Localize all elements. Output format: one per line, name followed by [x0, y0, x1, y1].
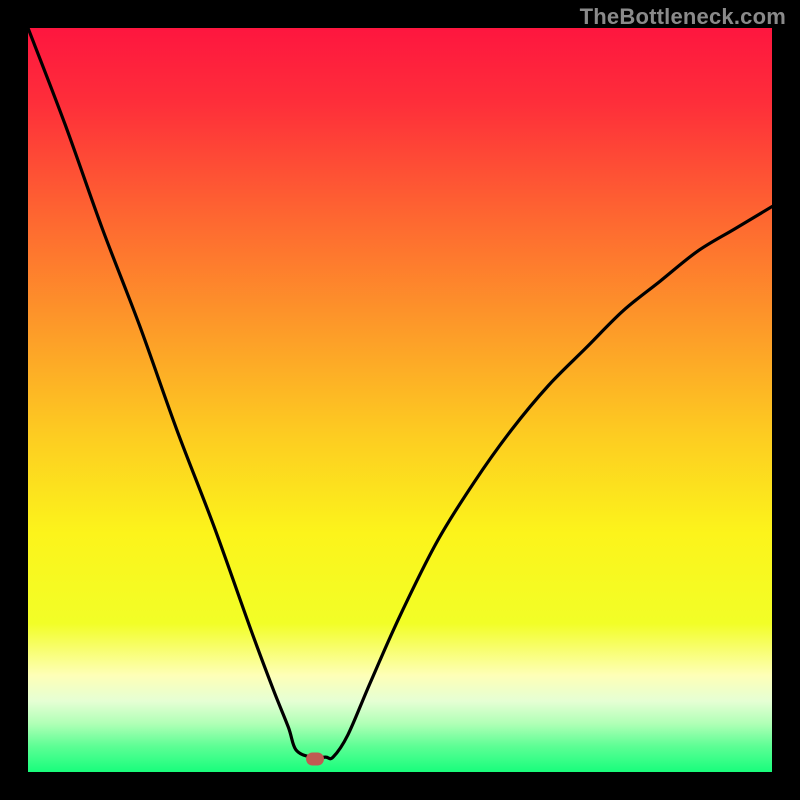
- watermark-text: TheBottleneck.com: [580, 4, 786, 30]
- plot-area: [28, 28, 772, 772]
- bottleneck-curve: [28, 28, 772, 772]
- chart-frame: TheBottleneck.com: [0, 0, 800, 800]
- minimum-marker: [306, 752, 324, 765]
